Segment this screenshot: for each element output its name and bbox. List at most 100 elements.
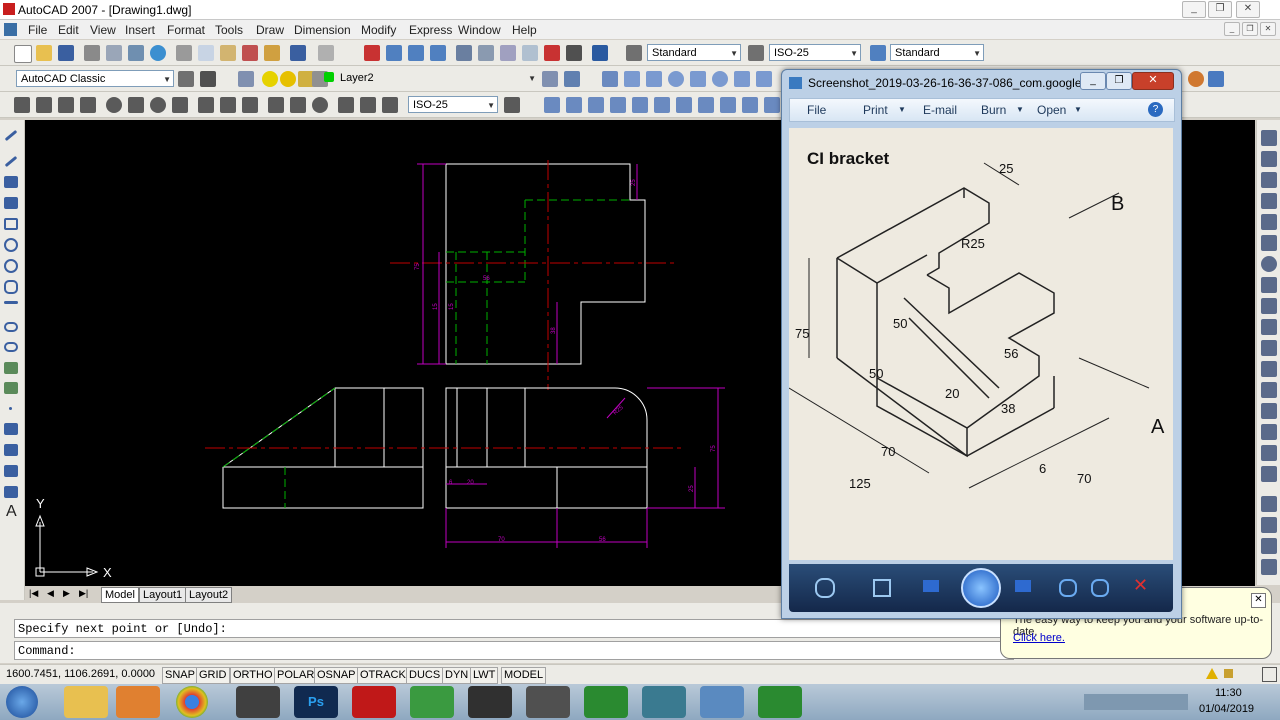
- polygon-icon[interactable]: [4, 197, 18, 209]
- actual-size-icon[interactable]: [873, 579, 891, 597]
- web-icon[interactable]: [150, 45, 166, 61]
- my-workspace-icon[interactable]: [200, 71, 216, 87]
- tab-layout1[interactable]: Layout1: [139, 587, 187, 603]
- paste-icon[interactable]: [220, 45, 236, 61]
- command-input[interactable]: Command:: [14, 641, 1014, 660]
- brush-icon[interactable]: [264, 45, 280, 61]
- table-style-select[interactable]: Standard ▼: [890, 44, 984, 61]
- viewer-menu-burn[interactable]: Burn: [981, 103, 1006, 117]
- chrome-icon[interactable]: [176, 686, 208, 718]
- open-dropdown-icon[interactable]: ▼: [1074, 105, 1082, 114]
- autocad-window-icon[interactable]: [642, 686, 686, 718]
- tab-layout2[interactable]: Layout2: [185, 587, 233, 603]
- wedge-icon[interactable]: [624, 71, 640, 87]
- publish-icon[interactable]: [128, 45, 144, 61]
- center-mark-icon[interactable]: [312, 97, 328, 113]
- break-icon[interactable]: [1261, 382, 1277, 398]
- snap-toggle[interactable]: SNAP: [162, 667, 198, 684]
- zoom-icon[interactable]: [815, 578, 835, 598]
- calculator-icon[interactable]: [566, 45, 582, 61]
- menu-view[interactable]: View: [90, 23, 116, 37]
- angular-icon[interactable]: [172, 97, 188, 113]
- menu-tools[interactable]: Tools: [215, 23, 243, 37]
- copy-object-icon[interactable]: [1261, 151, 1277, 167]
- explode-icon[interactable]: [1261, 466, 1277, 482]
- view-left-icon[interactable]: [588, 97, 604, 113]
- app-icon-4[interactable]: [236, 686, 280, 718]
- hatch-icon[interactable]: [4, 423, 18, 435]
- polar-toggle[interactable]: POLAR: [274, 667, 318, 684]
- view-bottom-icon[interactable]: [566, 97, 582, 113]
- sphere-icon[interactable]: [668, 71, 684, 87]
- camtasia-recorder-icon[interactable]: [584, 686, 628, 718]
- pan-icon[interactable]: [364, 45, 380, 61]
- render-icon[interactable]: [1188, 71, 1204, 87]
- viewer-menu-print[interactable]: Print: [863, 103, 888, 117]
- menu-format[interactable]: Format: [167, 23, 205, 37]
- draworder2-icon[interactable]: [1261, 517, 1277, 533]
- zoom-window-icon[interactable]: [408, 45, 424, 61]
- cut-icon[interactable]: [176, 45, 192, 61]
- clean-screen-icon[interactable]: [1262, 667, 1277, 682]
- help-icon[interactable]: [592, 45, 608, 61]
- delete-icon[interactable]: ✕: [1133, 575, 1148, 596]
- mirror-icon[interactable]: [1261, 172, 1277, 188]
- quick-dim-icon[interactable]: [198, 97, 214, 113]
- print-dropdown-icon[interactable]: ▼: [898, 105, 906, 114]
- view-nw-icon[interactable]: [742, 97, 758, 113]
- markup-icon[interactable]: [544, 45, 560, 61]
- lwt-toggle[interactable]: LWT: [470, 667, 499, 684]
- menu-modify[interactable]: Modify: [361, 23, 396, 37]
- doc-restore-button[interactable]: ❐: [1242, 22, 1258, 36]
- designcenter-icon[interactable]: [478, 45, 494, 61]
- slideshow-button[interactable]: [961, 568, 1001, 608]
- preview-icon[interactable]: [106, 45, 122, 61]
- pyramid-icon[interactable]: [734, 71, 750, 87]
- app-icon-small[interactable]: [1208, 71, 1224, 87]
- menu-draw[interactable]: Draw: [256, 23, 284, 37]
- trim-icon[interactable]: [1261, 319, 1277, 335]
- fillet-icon[interactable]: [1261, 445, 1277, 461]
- aligned-dim-icon[interactable]: [36, 97, 52, 113]
- photoshop-icon[interactable]: Ps: [294, 686, 338, 718]
- workspace-select[interactable]: AutoCAD Classic ▼: [16, 70, 174, 87]
- draworder3-icon[interactable]: [1261, 538, 1277, 554]
- menu-file[interactable]: File: [28, 23, 47, 37]
- tab-first-button[interactable]: |◀: [29, 588, 38, 599]
- dim-update-icon[interactable]: [382, 97, 398, 113]
- redo-icon[interactable]: [318, 45, 334, 61]
- rotate-cw-icon[interactable]: [1091, 579, 1109, 597]
- ordinate-icon[interactable]: [80, 97, 96, 113]
- burn-dropdown-icon[interactable]: ▼: [1016, 105, 1024, 114]
- chamfer-icon[interactable]: [1261, 424, 1277, 440]
- grid-toggle[interactable]: GRID: [196, 667, 230, 684]
- close-button[interactable]: ✕: [1236, 1, 1260, 18]
- rotate-ccw-icon[interactable]: [1059, 579, 1077, 597]
- point-icon[interactable]: [9, 407, 12, 410]
- zoom-previous-icon[interactable]: [430, 45, 446, 61]
- app-icon-8[interactable]: [468, 686, 512, 718]
- viewer-menu-open[interactable]: Open: [1037, 103, 1066, 117]
- restore-button[interactable]: ❐: [1208, 1, 1232, 18]
- offset-icon[interactable]: [1261, 193, 1277, 209]
- explorer-icon[interactable]: [64, 686, 108, 718]
- ortho-toggle[interactable]: ORTHO: [230, 667, 276, 684]
- media-player-icon[interactable]: [116, 686, 160, 718]
- tab-next-button[interactable]: ▶: [63, 588, 70, 599]
- properties-icon[interactable]: [456, 45, 472, 61]
- next-icon[interactable]: [1015, 580, 1031, 592]
- arc-icon[interactable]: [4, 238, 18, 252]
- layer-on-icon[interactable]: [262, 71, 278, 87]
- gradient-icon[interactable]: [4, 444, 18, 456]
- viewer-maximize-button[interactable]: ❐: [1106, 72, 1132, 90]
- linear-dim-icon[interactable]: [14, 97, 30, 113]
- camtasia-editor-icon[interactable]: [758, 686, 802, 718]
- new-icon[interactable]: [14, 45, 32, 63]
- notification-link[interactable]: Click here.: [1013, 632, 1065, 644]
- doc-minimize-button[interactable]: _: [1224, 22, 1240, 36]
- cylinder-icon[interactable]: [690, 71, 706, 87]
- stretch-icon[interactable]: [1261, 298, 1277, 314]
- draworder4-icon[interactable]: [1261, 559, 1277, 575]
- baseline-icon[interactable]: [220, 97, 236, 113]
- layer-manager-icon[interactable]: [238, 71, 254, 87]
